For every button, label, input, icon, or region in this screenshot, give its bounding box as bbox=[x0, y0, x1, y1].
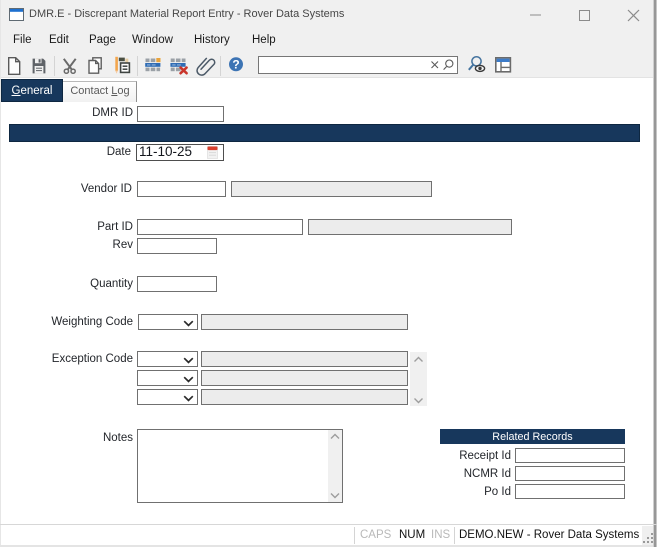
svg-text:?: ? bbox=[232, 58, 239, 72]
